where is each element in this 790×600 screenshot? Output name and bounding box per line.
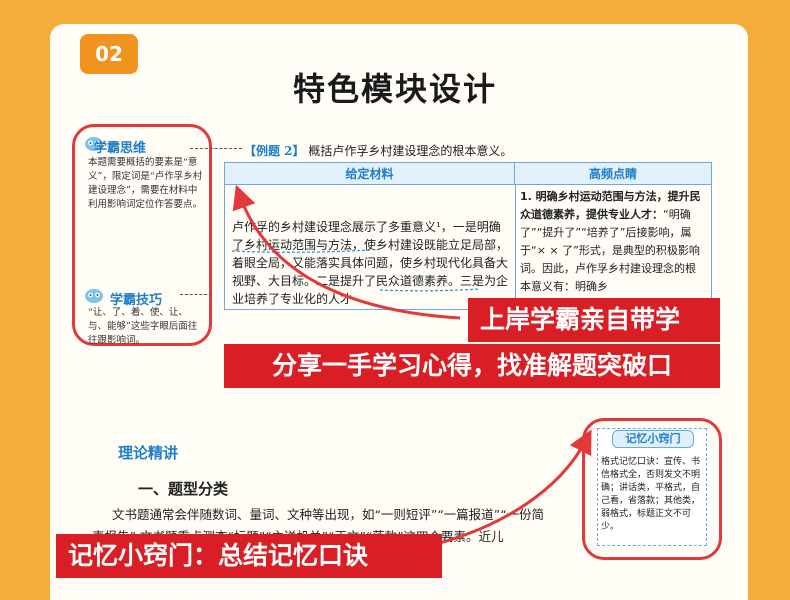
- banner-study-with-top-student: 上岸学霸亲自带学: [468, 298, 720, 342]
- annotation-arrow: [419, 429, 592, 550]
- banner-memory-tips: 记忆小窍门：总结记忆口诀: [56, 534, 442, 578]
- banner-share-experience: 分享一手学习心得，找准解题突破口: [224, 344, 720, 388]
- annotation-arrow: [232, 184, 461, 320]
